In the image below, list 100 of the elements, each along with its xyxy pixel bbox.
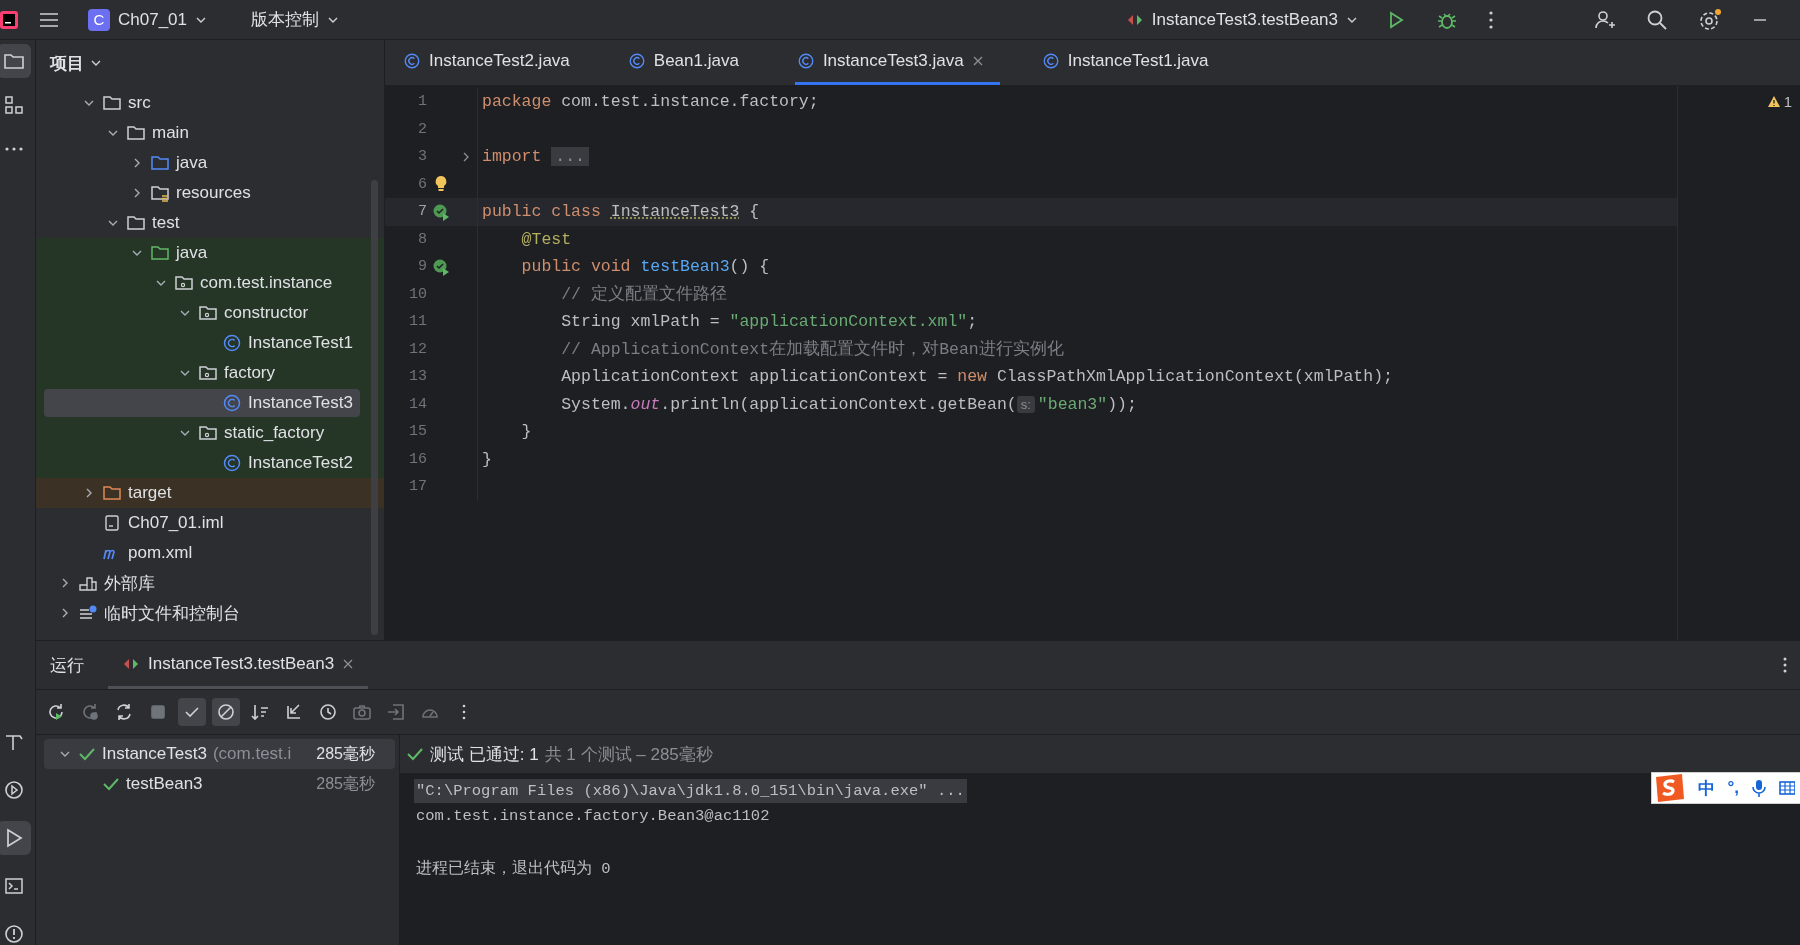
- line-number: 15: [408, 423, 427, 441]
- tree-item[interactable]: 外部库: [44, 569, 360, 597]
- menu-icon[interactable]: [38, 10, 60, 29]
- class-icon: [1041, 52, 1060, 70]
- code-line: import ...: [482, 147, 590, 167]
- stop-icon: [148, 702, 168, 722]
- more-icon[interactable]: [1488, 9, 1494, 30]
- project-tool-button[interactable]: [0, 44, 31, 78]
- run-tab[interactable]: InstanceTest3.testBean3: [108, 641, 369, 689]
- code-line: ApplicationContext applicationContext = new ClassPathXmlApplicationContext(xmlPath);: [560, 367, 1393, 387]
- line-number: 3: [417, 148, 427, 166]
- scrollbar[interactable]: [371, 180, 378, 635]
- code-line: }: [520, 422, 532, 442]
- line-number: 17: [408, 478, 427, 496]
- tree-item[interactable]: 临时文件和控制台: [44, 599, 360, 627]
- code-line: // ApplicationContext在加载配置文件时，对Bean进行实例化: [560, 339, 1064, 361]
- test-status: 测试 已通过: 1: [430, 743, 539, 766]
- line-number: 10: [408, 285, 427, 303]
- input-method-bar[interactable]: 中 °,: [1651, 772, 1800, 804]
- tree-item[interactable]: java: [44, 149, 360, 177]
- tree-item[interactable]: test: [44, 209, 360, 237]
- editor-tab[interactable]: InstanceTest1.java: [1039, 40, 1225, 85]
- settings-icon[interactable]: [1698, 8, 1722, 31]
- test-tree-item[interactable]: InstanceTest3 (com.test.i 285毫秒: [44, 739, 395, 769]
- code-line: public class InstanceTest3 {: [482, 202, 760, 222]
- test-tree-item[interactable]: testBean3 285毫秒: [44, 769, 395, 799]
- editor-tab[interactable]: Bean1.java: [625, 40, 755, 85]
- tree-item[interactable]: InstanceTest3: [44, 389, 360, 417]
- class-icon: [222, 334, 242, 352]
- line-number: 12: [408, 340, 427, 358]
- line-number: 13: [408, 368, 427, 386]
- code-line: System.out.println(applicationContext.getBean( s: "bean3"));: [560, 394, 1137, 414]
- line-number: 8: [417, 230, 427, 248]
- code-line: // 定义配置文件路径: [560, 283, 727, 306]
- input-mode[interactable]: 中: [1698, 776, 1716, 800]
- more-icon: [462, 704, 466, 720]
- warning-counter[interactable]: 1: [1766, 88, 1792, 114]
- line-number: 2: [417, 120, 427, 138]
- class-icon: [627, 52, 646, 70]
- line-number: 16: [408, 450, 427, 468]
- tree-item[interactable]: src: [44, 89, 360, 117]
- more-icon: [3, 146, 24, 152]
- file-icon: [102, 514, 122, 532]
- more-icon[interactable]: [1782, 656, 1788, 674]
- export-icon: [386, 702, 406, 722]
- code-line: @Test: [520, 229, 572, 249]
- class-icon: [796, 52, 815, 70]
- folder-icon: [2, 51, 25, 71]
- tree-item[interactable]: pom.xml: [44, 539, 360, 567]
- class-icon: [403, 52, 421, 70]
- history-icon: [318, 702, 338, 722]
- hammer-icon: [3, 732, 24, 752]
- terminal-icon: [3, 876, 24, 896]
- class-icon: [222, 394, 242, 412]
- check-icon: [406, 746, 424, 762]
- code-line: String xmlPath = "applicationContext.xml";: [560, 312, 978, 332]
- show-ignored-button[interactable]: [212, 698, 240, 726]
- folder-icon: [150, 184, 170, 202]
- auto-test-icon: [114, 702, 134, 722]
- keyboard-icon[interactable]: [1779, 779, 1795, 797]
- vcs-menu[interactable]: 版本控制: [243, 4, 347, 35]
- close-icon[interactable]: [342, 657, 355, 670]
- console-line: 进程已结束，退出代码为 0: [415, 859, 612, 880]
- package-folder-icon: [198, 364, 218, 382]
- run-test-icon[interactable]: [432, 257, 450, 276]
- line-number: 7: [417, 203, 427, 221]
- folder-icon: [102, 94, 122, 112]
- sort-icon: [250, 702, 270, 722]
- tree-item[interactable]: Ch07_01.iml: [44, 509, 360, 537]
- add-user-icon[interactable]: [1594, 8, 1616, 31]
- lightbulb-icon[interactable]: [433, 175, 449, 194]
- project-panel-title[interactable]: 项目: [50, 51, 84, 75]
- folder-icon: [126, 214, 146, 232]
- line-number: 11: [408, 313, 427, 331]
- code-line: package com.test.instance.factory;: [482, 92, 819, 112]
- line-number: 6: [417, 175, 427, 193]
- tree-item[interactable]: resources: [44, 179, 360, 207]
- camera-icon: [352, 702, 372, 722]
- folder-icon: [102, 484, 122, 502]
- editor-tab[interactable]: InstanceTest2.java: [401, 40, 586, 85]
- editor-tab[interactable]: InstanceTest3.java: [794, 40, 1000, 85]
- console-line: com.test.instance.factory.Bean3@ac1102: [415, 806, 771, 827]
- library-icon: [78, 574, 98, 592]
- run-configuration-selector[interactable]: InstanceTest3.testBean3: [1117, 5, 1366, 34]
- test-summary: 共 1 个测试 – 285毫秒: [544, 743, 713, 766]
- search-icon[interactable]: [1646, 8, 1668, 31]
- run-test-icon[interactable]: [432, 202, 450, 221]
- punctuation-mode[interactable]: °,: [1727, 778, 1739, 798]
- class-icon: [222, 454, 242, 472]
- package-folder-icon: [198, 424, 218, 442]
- run-tool-button[interactable]: [0, 821, 31, 855]
- folder-icon: [126, 124, 146, 142]
- project-selector[interactable]: C Ch07_01: [80, 4, 215, 35]
- line-number: 9: [417, 258, 427, 276]
- tree-item[interactable]: main: [44, 119, 360, 147]
- fold-chevron-icon[interactable]: [461, 150, 471, 163]
- show-passed-button[interactable]: [178, 698, 206, 726]
- microphone-icon[interactable]: [1751, 778, 1767, 798]
- show-ignored-icon: [216, 702, 236, 722]
- close-icon[interactable]: [971, 55, 984, 67]
